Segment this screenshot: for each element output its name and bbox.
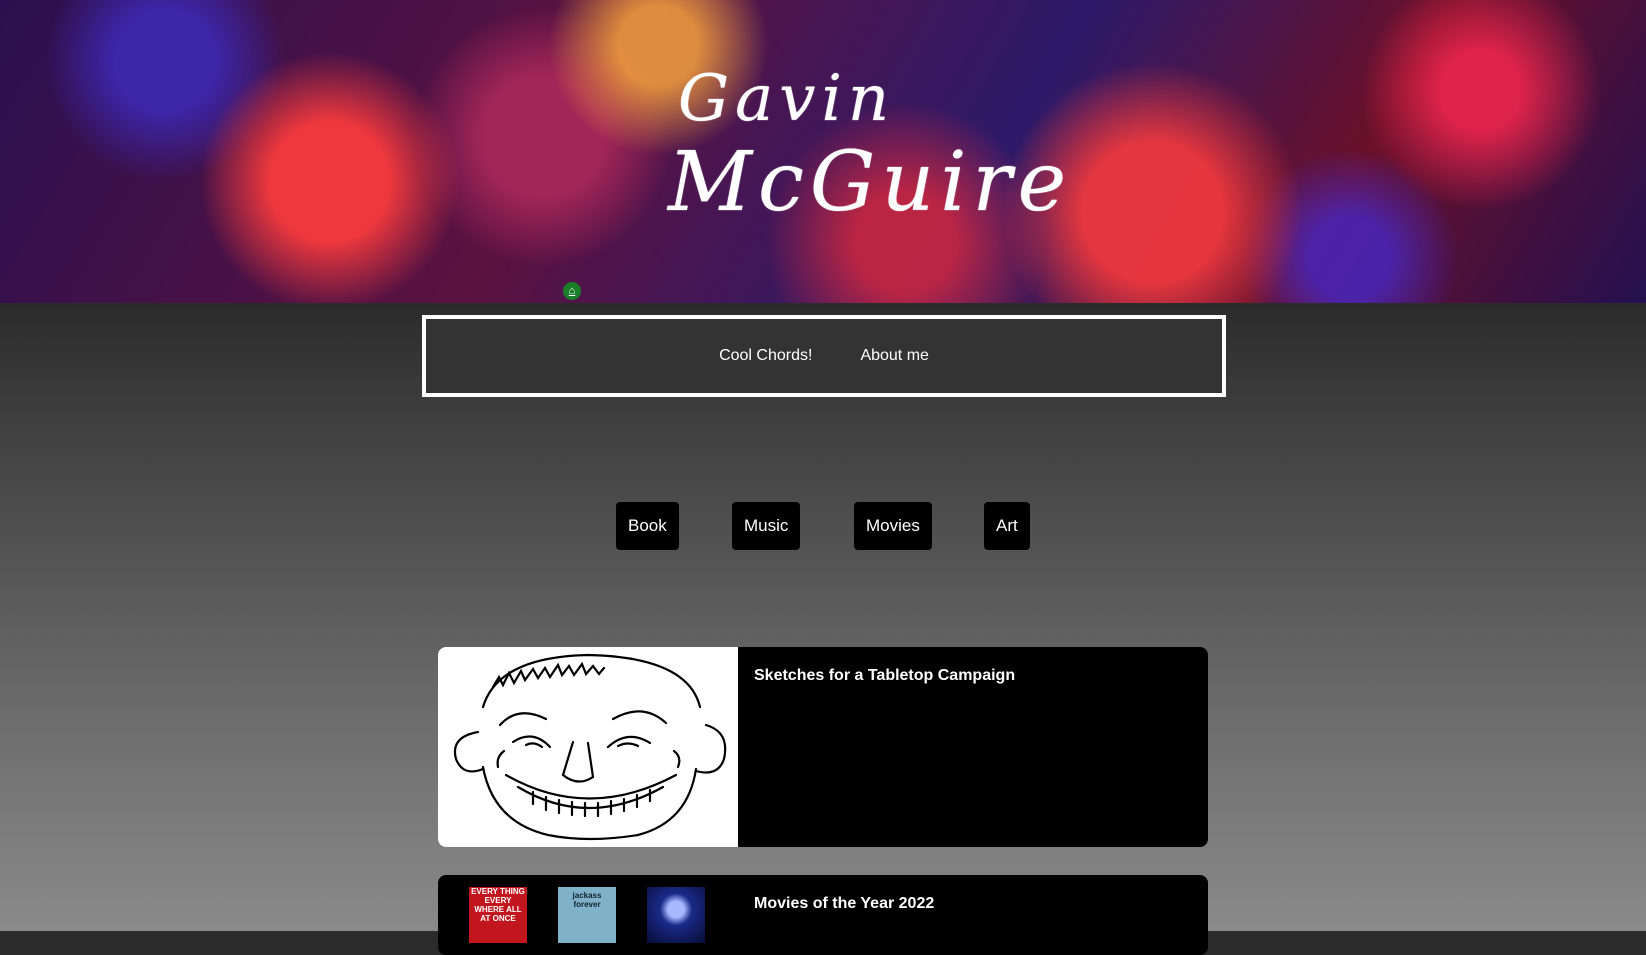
- home-icon[interactable]: ⌂: [563, 282, 581, 300]
- post-title[interactable]: Movies of the Year 2022: [754, 895, 934, 913]
- main-nav: Cool Chords! About me: [422, 315, 1226, 397]
- movie-poster-image: EVERY THING EVERY WHERE ALL AT ONCE: [469, 887, 527, 943]
- face-sketch-image: [453, 653, 727, 841]
- site-signature-title: Gavin McGuire: [668, 60, 1072, 228]
- movie-poster-image: [647, 887, 705, 943]
- header-banner: Gavin McGuire ⌂: [0, 0, 1646, 303]
- post-card[interactable]: EVERY THING EVERY WHERE ALL AT ONCE jack…: [438, 875, 1208, 955]
- filter-music-button[interactable]: Music: [732, 502, 801, 550]
- filter-art-button[interactable]: Art: [984, 502, 1030, 550]
- site-title-last-name: McGuire: [668, 135, 1073, 230]
- nav-link-about-me[interactable]: About me: [860, 347, 928, 365]
- movie-poster-image: jackass forever: [558, 887, 616, 943]
- filter-book-button[interactable]: Book: [616, 502, 679, 550]
- nav-link-cool-chords[interactable]: Cool Chords!: [719, 347, 812, 365]
- category-filter-bar: Book Music Movies Art: [0, 502, 1646, 550]
- post-thumbnail-sketch: [438, 647, 738, 847]
- post-title[interactable]: Sketches for a Tabletop Campaign: [754, 667, 1015, 685]
- site-title-first-name: Gavin: [678, 62, 896, 136]
- post-card[interactable]: Sketches for a Tabletop Campaign: [438, 647, 1208, 847]
- filter-movies-button[interactable]: Movies: [854, 502, 932, 550]
